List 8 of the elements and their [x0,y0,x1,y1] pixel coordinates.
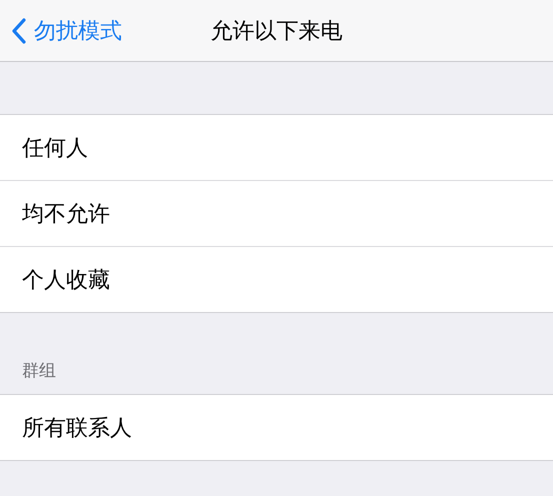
option-row[interactable]: 任何人 [0,115,553,181]
option-row[interactable]: 均不允许 [0,181,553,247]
option-row[interactable]: 个人收藏 [0,247,553,312]
section-header: 群组 [22,360,56,382]
option-row[interactable]: 所有联系人 [0,395,553,460]
back-button[interactable]: 勿扰模式 [0,10,122,50]
back-chevron-icon [12,18,26,44]
page-title: 允许以下来电 [210,18,342,46]
